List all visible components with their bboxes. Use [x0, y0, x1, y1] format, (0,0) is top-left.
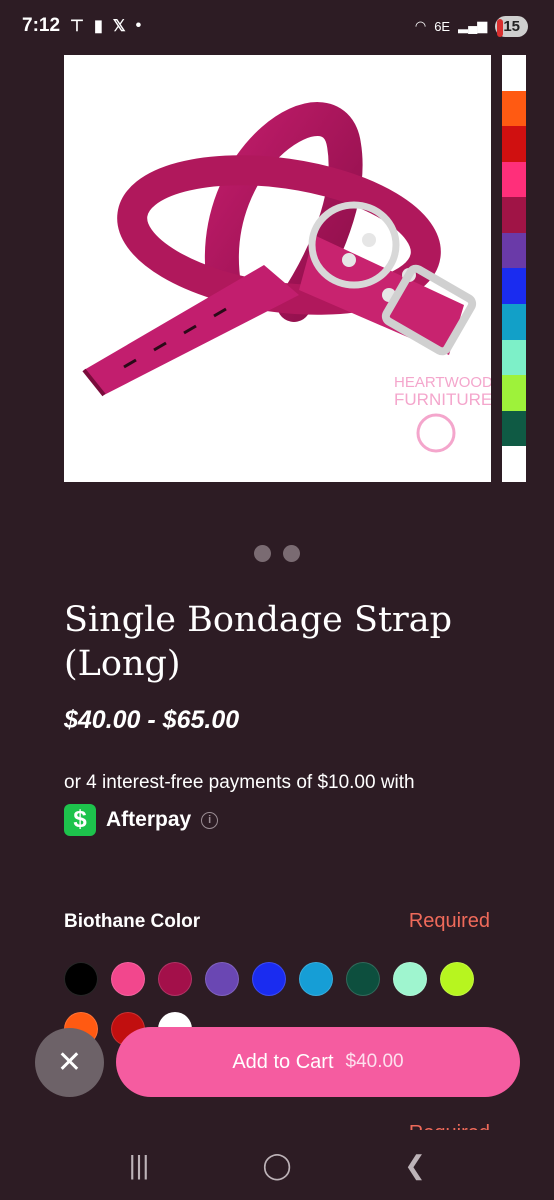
- color-swatch[interactable]: [252, 962, 286, 996]
- required-label: Required: [408, 910, 490, 932]
- peek-color-band: [502, 126, 526, 162]
- color-swatch[interactable]: [64, 962, 98, 996]
- color-swatch[interactable]: [205, 962, 239, 996]
- peek-color-band: [502, 410, 526, 447]
- pagination-dot[interactable]: [283, 545, 300, 562]
- close-icon: ✕: [56, 1046, 83, 1079]
- product-title: Single Bondage Strap (Long): [64, 600, 453, 684]
- gallery-pagination: [0, 545, 554, 562]
- color-swatch[interactable]: [299, 962, 333, 996]
- clock: 7:12: [22, 15, 61, 36]
- afterpay-row[interactable]: $ Afterpay i: [64, 804, 219, 836]
- svg-text:HEARTWOODS: HEARTWOODS: [394, 374, 491, 391]
- close-button[interactable]: ✕: [35, 1028, 104, 1097]
- peek-color-band: [502, 55, 526, 91]
- collar-illustration: HEARTWOODS FURNITURE: [82, 102, 491, 453]
- add-to-cart-button[interactable]: Add to Cart $40.00: [116, 1027, 520, 1097]
- notification-dot-icon: •: [135, 17, 142, 34]
- color-swatch[interactable]: [111, 962, 145, 996]
- pagination-dot[interactable]: [254, 545, 271, 562]
- afterpay-label: Afterpay: [106, 808, 192, 831]
- installments-text: or 4 interest-free payments of $10.00 wi…: [64, 772, 415, 793]
- peek-color-band: [502, 304, 526, 340]
- peek-color-band: [502, 90, 526, 127]
- tesla-icon: ⊤: [70, 18, 84, 35]
- peek-color-band: [502, 339, 526, 376]
- color-option-header: Biothane Color Required: [64, 910, 490, 933]
- peek-color-band: [502, 197, 526, 233]
- cash-app-icon: $: [64, 804, 96, 836]
- svg-text:FURNITURE: FURNITURE: [394, 390, 491, 409]
- network-label: 6E: [434, 18, 451, 34]
- peek-color-band: [502, 375, 526, 411]
- recent-apps-icon[interactable]: |||: [109, 1150, 169, 1181]
- battery-alert-icon: ▮: [93, 18, 103, 35]
- peek-color-band: [502, 268, 526, 305]
- peek-color-band: [502, 446, 526, 482]
- cart-label: Add to Cart: [232, 1050, 334, 1073]
- next-image-peek[interactable]: [502, 55, 526, 482]
- product-image[interactable]: HEARTWOODS FURNITURE: [64, 55, 491, 482]
- status-left: 7:12 ⊤ ▮ 𝕏 •: [22, 15, 141, 37]
- cart-price: $40.00: [345, 1051, 404, 1072]
- home-icon[interactable]: ◯: [247, 1150, 307, 1181]
- wifi-icon: ◠: [414, 18, 427, 33]
- color-swatch[interactable]: [158, 962, 192, 996]
- status-bar: 7:12 ⊤ ▮ 𝕏 • ◠ 6E ▂▄▆ 15: [0, 0, 554, 52]
- peek-color-band: [502, 161, 526, 198]
- color-option-label: Biothane Color: [64, 910, 201, 932]
- signal-icon: ▂▄▆: [458, 18, 488, 33]
- info-icon[interactable]: i: [201, 811, 219, 829]
- color-swatch[interactable]: [440, 962, 474, 996]
- color-swatch[interactable]: [393, 962, 427, 996]
- peek-color-band: [502, 232, 526, 269]
- back-icon[interactable]: ❮: [385, 1150, 445, 1181]
- x-icon: 𝕏: [112, 18, 126, 35]
- color-swatch[interactable]: [346, 962, 380, 996]
- product-price: $40.00 - $65.00: [64, 706, 240, 734]
- color-strip: [502, 55, 526, 482]
- status-right: ◠ 6E ▂▄▆ 15: [414, 15, 528, 37]
- system-navbar: ||| ◯ ❮: [0, 1130, 554, 1200]
- battery-indicator: 15: [495, 15, 528, 37]
